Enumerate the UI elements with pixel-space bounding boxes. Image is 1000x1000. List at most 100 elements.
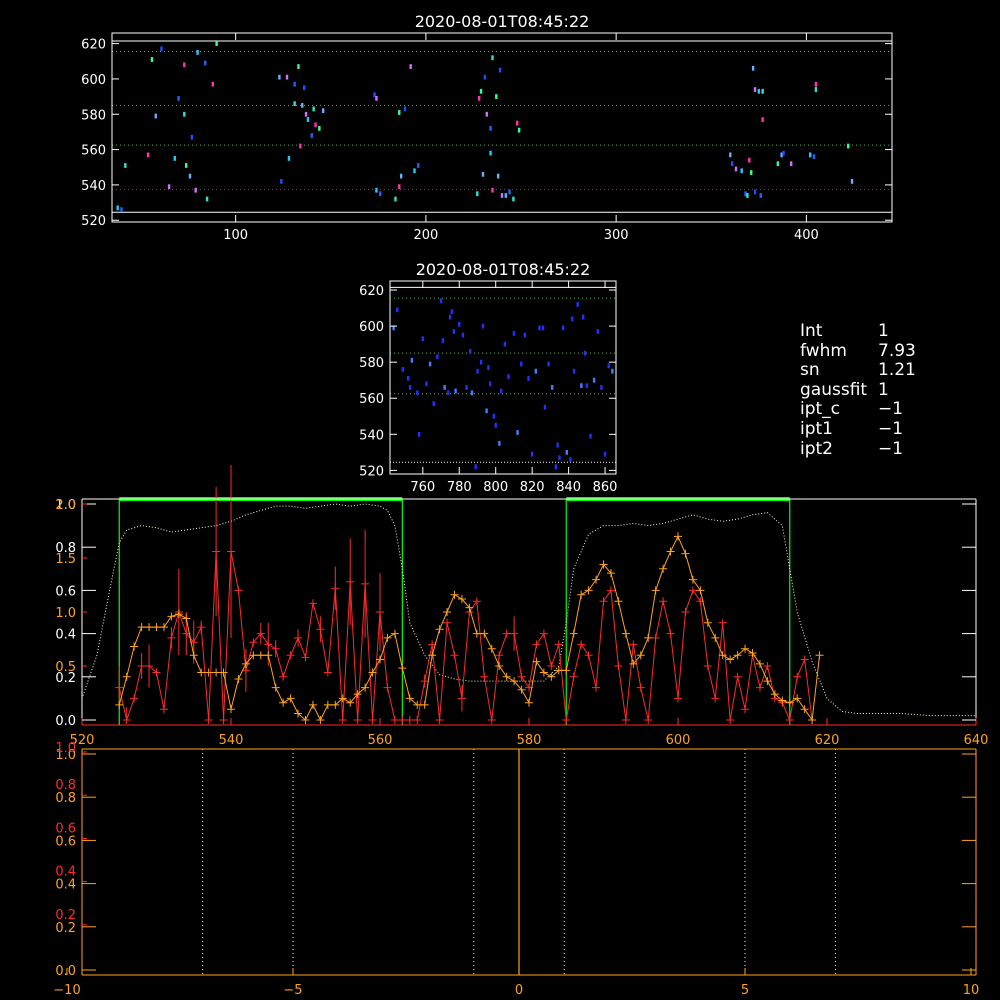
red-marker: [592, 683, 601, 692]
red-marker: [502, 629, 511, 638]
orange-marker: [256, 651, 265, 660]
orange-marker: [398, 664, 407, 673]
data-point: [485, 408, 488, 414]
red-marker: [435, 716, 444, 724]
data-point: [160, 46, 163, 52]
info-key: ipt2: [800, 438, 833, 459]
data-point: [470, 390, 474, 396]
y-tick-label: 520: [81, 214, 106, 229]
orange-marker: [174, 610, 183, 619]
orange-marker: [703, 618, 712, 627]
x-tick-label: 840: [556, 480, 581, 495]
info-key: fwhm: [800, 340, 847, 361]
data-point: [408, 385, 412, 390]
data-point: [607, 363, 610, 369]
data-point: [401, 366, 404, 372]
data-point: [495, 94, 498, 99]
orange-marker: [390, 629, 399, 638]
data-point: [782, 150, 785, 156]
data-point: [491, 55, 494, 61]
red-marker: [733, 672, 742, 681]
data-point: [183, 62, 186, 68]
data-point: [120, 207, 123, 213]
data-point: [523, 332, 527, 338]
orange-marker: [621, 629, 630, 638]
data-point: [751, 65, 755, 71]
x-tick-label: 300: [604, 228, 629, 243]
data-point: [458, 321, 461, 327]
y2-tick-label: 0.4: [55, 865, 76, 880]
data-point: [516, 120, 519, 126]
data-point: [850, 178, 854, 184]
data-point: [304, 111, 308, 117]
data-point: [576, 302, 579, 307]
data-point: [299, 143, 302, 149]
data-point: [489, 150, 492, 156]
data-point: [757, 88, 761, 94]
data-point: [483, 74, 487, 80]
info-row-sn: sn 1.21: [800, 361, 916, 381]
data-point: [417, 163, 420, 168]
data-point: [569, 457, 572, 462]
red-marker: [711, 694, 720, 703]
data-point: [517, 127, 521, 133]
orange-marker: [502, 672, 511, 681]
data-point: [416, 390, 419, 396]
plot-frame: [389, 280, 617, 475]
data-point: [479, 88, 483, 94]
data-point: [596, 329, 599, 334]
x-tick-label: −10: [53, 983, 80, 998]
data-point: [543, 404, 547, 410]
data-point: [116, 205, 119, 211]
red-marker: [681, 608, 690, 616]
data-point: [297, 64, 300, 69]
data-point: [551, 385, 554, 390]
figure-canvas: 2020-08-01T08:45:22100 200 300 400520540560…: [53, 12, 988, 998]
data-point: [561, 325, 565, 331]
orange-marker: [308, 700, 317, 709]
data-point: [500, 193, 504, 198]
red-marker: [726, 716, 735, 724]
y-tick-label: 0.0: [55, 714, 76, 729]
y-tick-label: 580: [81, 108, 106, 123]
data-point: [287, 156, 291, 161]
data-point: [603, 451, 607, 457]
orange-marker: [584, 586, 593, 595]
data-point: [443, 385, 446, 390]
data-point: [441, 338, 445, 343]
orange-marker: [227, 705, 235, 714]
red-marker: [606, 586, 615, 595]
data-point: [452, 329, 455, 334]
x-tick-label: 0: [515, 983, 523, 998]
data-point: [538, 325, 541, 331]
data-point: [547, 361, 550, 367]
red-marker: [383, 683, 392, 692]
red-series: [118, 551, 813, 722]
info-value: 1: [878, 321, 889, 341]
data-point: [278, 74, 281, 80]
red-marker: [569, 672, 578, 681]
data-point: [481, 171, 485, 177]
red-marker: [584, 651, 593, 660]
red-marker: [323, 668, 332, 677]
x-tick-label: −5: [283, 983, 302, 998]
data-point: [556, 442, 559, 448]
x-tick-label: 600: [666, 733, 691, 748]
x-tick-label: 5: [741, 983, 749, 998]
red-marker: [651, 633, 660, 642]
data-point: [379, 191, 382, 197]
data-point: [581, 314, 585, 320]
y-tick-label: 0.6: [55, 834, 76, 849]
data-point: [554, 464, 558, 470]
info-key: Int: [800, 321, 823, 341]
red-marker: [517, 672, 526, 681]
info-panel: Int 1 fwhm 7.93 sn 1.21 gaussfit 1 ipt_c −1 i…: [800, 321, 916, 459]
data-point: [477, 95, 481, 101]
data-point: [492, 413, 496, 419]
data-point: [580, 383, 583, 389]
x-tick-label: 200: [413, 228, 438, 243]
y-tick-label: 0.6: [55, 584, 76, 599]
data-point: [194, 187, 197, 193]
x-tick-label: 540: [219, 733, 244, 748]
x-tick-label: 580: [517, 733, 542, 748]
